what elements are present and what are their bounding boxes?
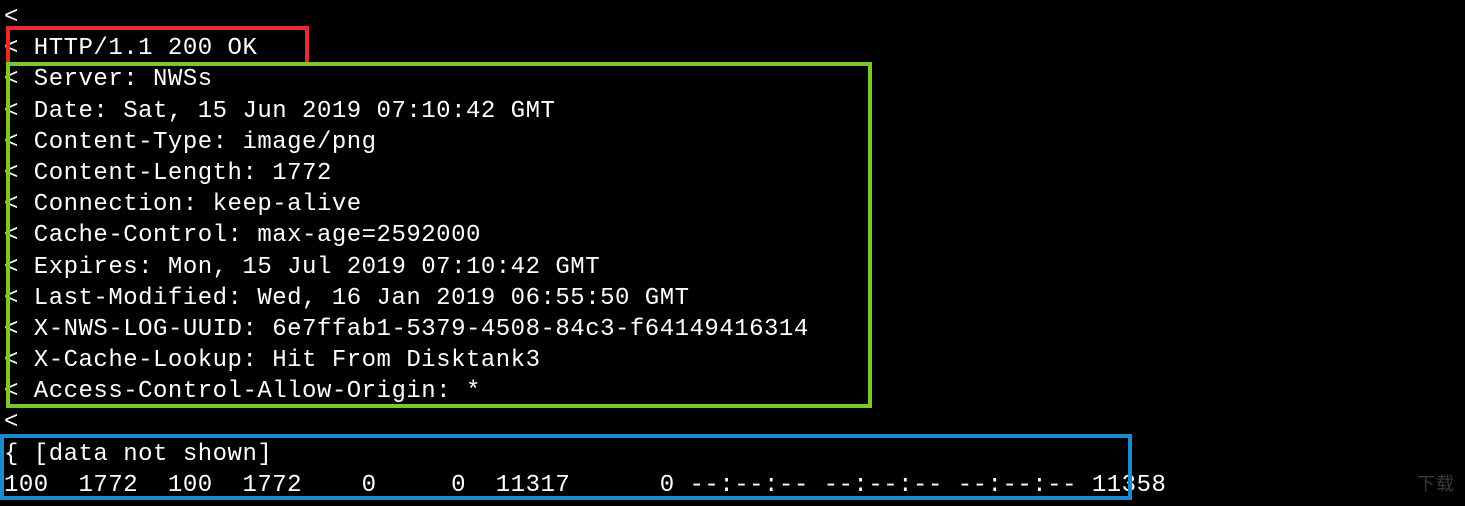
header-date: < Date: Sat, 15 Jun 2019 07:10:42 GMT xyxy=(4,96,1461,127)
data-not-shown-line: { [data not shown] xyxy=(4,439,1461,470)
terminal-line: < xyxy=(4,407,1461,438)
http-status-line: < HTTP/1.1 200 OK xyxy=(4,33,1461,64)
header-last-modified: < Last-Modified: Wed, 16 Jan 2019 06:55:… xyxy=(4,283,1461,314)
header-cache-control: < Cache-Control: max-age=2592000 xyxy=(4,220,1461,251)
header-server: < Server: NWSs xyxy=(4,64,1461,95)
header-connection: < Connection: keep-alive xyxy=(4,189,1461,220)
header-content-type: < Content-Type: image/png xyxy=(4,127,1461,158)
header-access-control-allow-origin: < Access-Control-Allow-Origin: * xyxy=(4,376,1461,407)
header-expires: < Expires: Mon, 15 Jul 2019 07:10:42 GMT xyxy=(4,252,1461,283)
terminal-line: < xyxy=(4,2,1461,33)
watermark: 下载 xyxy=(1417,473,1455,496)
header-content-length: < Content-Length: 1772 xyxy=(4,158,1461,189)
header-x-nws-log-uuid: < X-NWS-LOG-UUID: 6e7ffab1-5379-4508-84c… xyxy=(4,314,1461,345)
header-x-cache-lookup: < X-Cache-Lookup: Hit From Disktank3 xyxy=(4,345,1461,376)
progress-line: 100 1772 100 1772 0 0 11317 0 --:--:-- -… xyxy=(4,470,1461,501)
